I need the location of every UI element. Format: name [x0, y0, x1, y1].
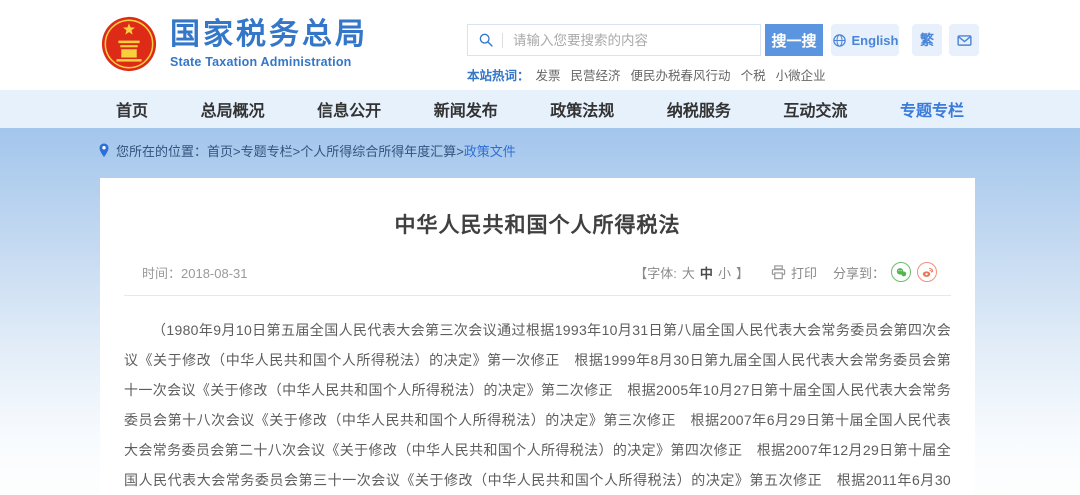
- wechat-share-icon[interactable]: [891, 262, 911, 282]
- location-pin-icon: [98, 143, 110, 158]
- mail-icon: [956, 32, 973, 49]
- content-zone: 您所在的位置： 首页>专题专栏>个人所得综合所得年度汇算> 政策文件 中华人民共…: [0, 128, 1080, 495]
- font-size-medium-button[interactable]: 中: [700, 263, 713, 282]
- hotword-link[interactable]: 民营经济: [571, 65, 621, 84]
- share-label: 分享到：: [833, 263, 885, 282]
- nav-item-home[interactable]: 首页: [116, 97, 148, 121]
- hotword-link[interactable]: 便民办税春风行动: [631, 65, 731, 84]
- font-size-large-button[interactable]: 大: [682, 263, 695, 282]
- globe-icon: [832, 33, 847, 48]
- print-button[interactable]: 打印: [771, 263, 817, 282]
- breadcrumb-label: 您所在的位置：: [116, 141, 207, 160]
- meta-divider: [124, 295, 951, 296]
- font-size-control: 【字体: 大 中 小 】: [634, 263, 749, 282]
- search-icon: [478, 32, 494, 48]
- site-logo[interactable]: 国家税务总局 State Taxation Administration: [100, 15, 368, 73]
- article-title: 中华人民共和国个人所得税法: [124, 209, 951, 239]
- site-subtitle: State Taxation Administration: [170, 55, 368, 69]
- hotword-link[interactable]: 发票: [536, 65, 561, 84]
- search-box: [467, 24, 761, 56]
- search-area: 搜一搜 English 繁 本站热词： 发票 民营经济 便民: [467, 24, 979, 84]
- breadcrumb-trail[interactable]: 首页>专题专栏>个人所得综合所得年度汇算>: [207, 141, 464, 160]
- print-label: 打印: [791, 263, 817, 282]
- publish-date: 时间：2018-08-31: [142, 263, 248, 282]
- article-meta-row: 时间：2018-08-31 【字体: 大 中 小 】 打印: [124, 262, 951, 282]
- page: 国家税务总局 State Taxation Administration 搜一搜: [0, 0, 1080, 495]
- article-tools: 【字体: 大 中 小 】 打印 分享到：: [634, 262, 937, 282]
- mail-button[interactable]: [949, 24, 979, 56]
- nav-item-news[interactable]: 新闻发布: [434, 97, 498, 121]
- hotword-link[interactable]: 个税: [741, 65, 766, 84]
- hotwords-row: 本站热词： 发票 民营经济 便民办税春风行动 个税 小微企业: [467, 65, 979, 84]
- font-size-prefix: 【字体:: [634, 263, 677, 282]
- nav-item-interaction[interactable]: 互动交流: [783, 97, 847, 121]
- header: 国家税务总局 State Taxation Administration 搜一搜: [0, 0, 1080, 90]
- traditional-chinese-button[interactable]: 繁: [912, 24, 942, 56]
- search-row: 搜一搜 English 繁: [467, 24, 979, 56]
- breadcrumb-current[interactable]: 政策文件: [464, 141, 516, 160]
- search-divider: [502, 33, 503, 48]
- main-nav: 首页 总局概况 信息公开 新闻发布 政策法规 纳税服务 互动交流 专题专栏: [0, 90, 1080, 128]
- site-title-block: 国家税务总局 State Taxation Administration: [170, 19, 368, 70]
- hotwords-label: 本站热词：: [467, 65, 530, 84]
- search-button[interactable]: 搜一搜: [765, 24, 823, 56]
- nav-item-tax-services[interactable]: 纳税服务: [667, 97, 731, 121]
- english-button[interactable]: English: [831, 24, 899, 56]
- national-emblem-icon: [100, 15, 158, 73]
- nav-item-overview[interactable]: 总局概况: [201, 97, 265, 121]
- weibo-share-icon[interactable]: [917, 262, 937, 282]
- english-label: English: [852, 33, 899, 48]
- font-size-suffix: 】: [736, 263, 749, 282]
- date-label: 时间：: [142, 266, 181, 281]
- font-size-small-button[interactable]: 小: [718, 263, 731, 282]
- main-nav-inner: 首页 总局概况 信息公开 新闻发布 政策法规 纳税服务 互动交流 专题专栏: [100, 90, 980, 128]
- breadcrumb: 您所在的位置： 首页>专题专栏>个人所得综合所得年度汇算> 政策文件: [98, 141, 516, 160]
- hotword-link[interactable]: 小微企业: [776, 65, 826, 84]
- nav-item-policies[interactable]: 政策法规: [550, 97, 614, 121]
- search-input[interactable]: [511, 32, 750, 49]
- date-value: 2018-08-31: [181, 266, 248, 281]
- printer-icon: [771, 265, 786, 280]
- site-name: 国家税务总局: [170, 19, 368, 51]
- nav-item-info-disclosure[interactable]: 信息公开: [317, 97, 381, 121]
- article-body: （1980年9月10日第五届全国人民代表大会第三次会议通过根据1993年10月3…: [124, 315, 951, 495]
- nav-item-special-topics[interactable]: 专题专栏: [900, 97, 964, 121]
- article-card: 中华人民共和国个人所得税法 时间：2018-08-31 【字体: 大 中 小 】: [100, 178, 975, 495]
